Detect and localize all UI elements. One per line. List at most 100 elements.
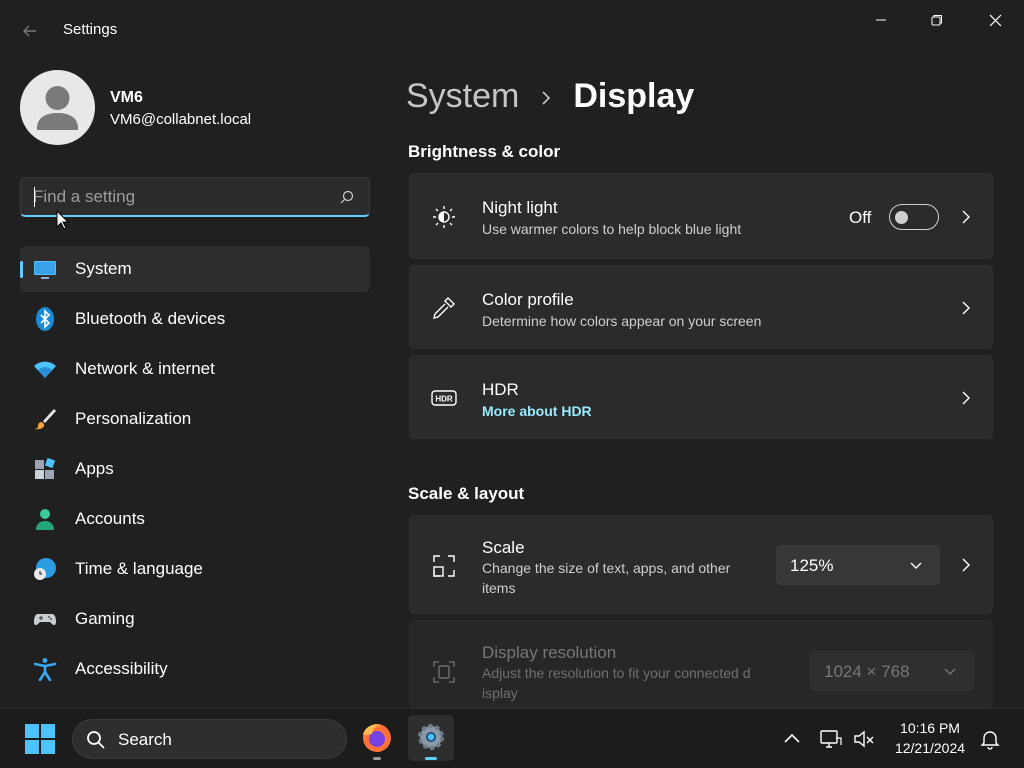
apps-icon [35, 457, 56, 479]
sidebar-item-label: Time & language [75, 559, 203, 578]
bell-icon[interactable] [978, 727, 1002, 751]
gear-icon [418, 724, 444, 750]
windows-start-icon[interactable] [20, 719, 60, 759]
system-monitor-icon [34, 261, 56, 279]
night-light-title: Night light [482, 198, 558, 217]
display-resolution-subtitle-line2: isplay [482, 685, 518, 701]
chevron-right-icon [539, 77, 553, 116]
color-profile-title: Color profile [482, 290, 574, 309]
eyedropper-icon [433, 297, 455, 319]
chevron-right-icon[interactable] [958, 209, 974, 225]
sidebar-item-label: System [75, 259, 132, 278]
sidebar-item-system[interactable]: System [20, 246, 370, 292]
breadcrumb: System Display [406, 74, 694, 118]
resolution-icon [433, 661, 455, 683]
sidebar-item-accounts[interactable]: Accounts [20, 496, 370, 542]
mouse-pointer-icon [56, 210, 70, 230]
volume-muted-icon[interactable] [852, 727, 876, 751]
resolution-dropdown-value: 1024 × 768 [824, 662, 910, 681]
chevron-right-icon[interactable] [958, 390, 974, 406]
active-indicator [425, 757, 437, 760]
sidebar-item-apps[interactable]: Apps [20, 446, 370, 492]
hdr-card[interactable]: HDR HDR More about HDR [409, 355, 993, 439]
close-button[interactable] [972, 6, 1018, 34]
sidebar-item-label: Gaming [75, 609, 135, 628]
scale-dropdown-value: 125% [790, 556, 834, 575]
color-profile-card[interactable]: Color profile Determine how colors appea… [409, 265, 993, 349]
sidebar-item-label: Accounts [75, 509, 145, 528]
sidebar-item-label: Apps [75, 459, 114, 478]
search-icon[interactable] [339, 189, 355, 205]
section-title-scale: Scale & layout [408, 484, 525, 503]
gamepad-icon [34, 614, 56, 626]
display-resolution-card: Display resolution Adjust the resolution… [409, 620, 993, 708]
sidebar-item-personalization[interactable]: Personalization [20, 396, 370, 442]
clock-date: 12/21/2024 [894, 740, 966, 756]
paintbrush-icon [34, 409, 56, 430]
title-bar: Settings [0, 0, 1024, 60]
taskbar-search[interactable]: Search [72, 719, 347, 759]
clock-time: 10:16 PM [900, 720, 960, 736]
page-title: Display [573, 76, 695, 115]
chevron-up-icon[interactable] [780, 727, 804, 751]
scale-card[interactable]: Scale Change the size of text, apps, and… [409, 515, 993, 614]
network-monitor-icon[interactable] [819, 727, 843, 751]
close-icon [989, 14, 1001, 26]
sidebar-item-label: Network & internet [75, 359, 215, 378]
color-profile-subtitle: Determine how colors appear on your scre… [482, 313, 762, 329]
avatar[interactable] [20, 70, 95, 145]
scale-dropdown[interactable]: 125% [776, 545, 940, 585]
user-silhouette-icon [37, 86, 78, 130]
sidebar-item-gaming[interactable]: Gaming [20, 596, 370, 642]
sidebar-nav: System Bluetooth & devices Network & int… [20, 246, 370, 696]
find-setting-input[interactable] [33, 186, 323, 208]
person-icon [36, 509, 54, 530]
sidebar-item-bluetooth[interactable]: Bluetooth & devices [20, 296, 370, 342]
night-light-card[interactable]: Night light Use warmer colors to help bl… [409, 173, 993, 259]
chevron-down-icon [910, 562, 922, 569]
sidebar-item-network[interactable]: Network & internet [20, 346, 370, 392]
display-resolution-title: Display resolution [482, 643, 617, 662]
system-clock[interactable]: 10:16 PM 12/21/2024 [880, 718, 980, 758]
restore-button[interactable] [914, 6, 960, 34]
svg-text:HDR: HDR [435, 395, 453, 404]
sidebar-item-label: Accessibility [75, 659, 168, 678]
minimize-button[interactable] [858, 6, 904, 34]
taskbar: Search 10:16 PM 12/21/2024 [0, 708, 1024, 768]
sidebar-item-label: Bluetooth & devices [75, 309, 226, 328]
chevron-down-icon [944, 668, 956, 675]
minimize-icon [876, 19, 886, 21]
wifi-icon [34, 361, 56, 378]
night-light-subtitle: Use warmer colors to help block blue lig… [482, 221, 742, 237]
scale-subtitle-line1: Change the size of text, apps, and other [482, 560, 731, 576]
sidebar-item-label: Personalization [75, 409, 192, 428]
toggle-knob [895, 211, 908, 224]
bluetooth-icon [36, 307, 54, 331]
taskbar-firefox[interactable] [354, 715, 400, 761]
scale-title: Scale [482, 538, 525, 557]
find-setting-search[interactable] [20, 177, 370, 217]
chevron-right-icon[interactable] [958, 557, 974, 573]
scale-subtitle-line2: items [482, 580, 516, 596]
taskbar-settings[interactable] [408, 715, 454, 761]
resolution-dropdown: 1024 × 768 [810, 651, 974, 691]
globe-clock-icon [34, 558, 56, 580]
accessibility-icon [33, 658, 57, 681]
taskbar-search-label: Search [118, 730, 172, 749]
breadcrumb-parent[interactable]: System [406, 77, 519, 116]
restore-icon [931, 15, 942, 26]
sidebar-item-time-language[interactable]: Time & language [20, 546, 370, 592]
app-title: Settings [63, 21, 118, 38]
user-name: VM6 [110, 89, 143, 106]
scale-icon [433, 555, 455, 577]
chevron-right-icon[interactable] [958, 300, 974, 316]
night-light-toggle[interactable] [889, 204, 939, 230]
firefox-icon [363, 724, 391, 752]
running-indicator [373, 757, 381, 760]
sidebar-item-accessibility[interactable]: Accessibility [20, 646, 370, 692]
night-light-icon [433, 206, 455, 228]
more-about-hdr-link[interactable]: More about HDR [482, 401, 592, 421]
selection-indicator [20, 261, 23, 278]
back-button[interactable] [14, 18, 46, 44]
hdr-icon: HDR [431, 390, 457, 406]
